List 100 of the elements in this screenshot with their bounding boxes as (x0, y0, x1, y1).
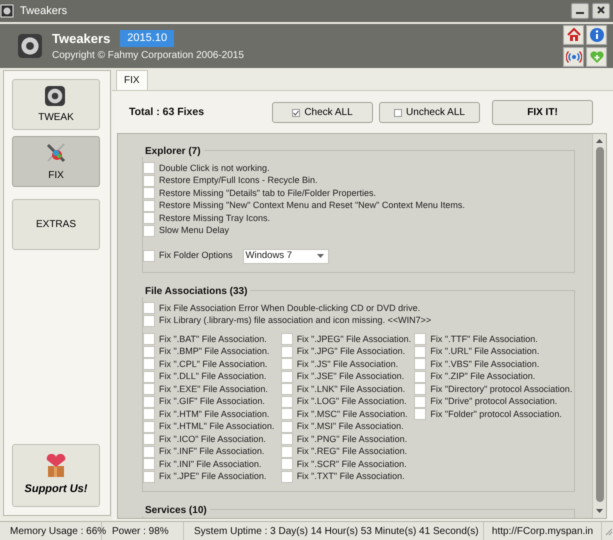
fix-it-button[interactable]: FIX IT! (492, 100, 593, 125)
checkbox[interactable] (143, 396, 155, 408)
check-all-button[interactable]: Check ALL (272, 102, 373, 123)
broadcast-button[interactable] (563, 47, 584, 67)
checkbox[interactable] (143, 408, 155, 420)
checkbox[interactable] (414, 358, 426, 370)
close-button[interactable] (592, 3, 610, 19)
tab[interactable]: FIX (116, 70, 148, 90)
option-label: Fix ".PNG" File Association. (296, 432, 408, 446)
checkbox[interactable] (143, 333, 155, 346)
option-label: Fix ".VBS" File Association. (430, 358, 540, 370)
option-label: Fix ".REG" File Association. (296, 445, 408, 458)
tools-icon (44, 140, 68, 164)
option-label: Fix ".GIF" File Association. (159, 395, 265, 408)
option-label: Restore Missing "New" Context Menu and Reset "New" Context Menu Items. (159, 199, 465, 212)
checkbox[interactable] (414, 396, 426, 408)
option-label: Fix ".BMP" File Association. (159, 345, 270, 358)
gear-icon (44, 84, 68, 106)
option-label: Fix ".HTM" File Association. (159, 408, 270, 420)
sidebar-button[interactable]: FIX (12, 136, 100, 187)
option-label: Fix ".JPG" File Association. (296, 345, 406, 358)
checkbox[interactable] (280, 470, 293, 483)
checkbox[interactable] (143, 420, 155, 433)
checkbox-icon (394, 108, 402, 116)
checkbox[interactable] (143, 212, 155, 224)
gear-icon (17, 33, 43, 59)
checkbox[interactable] (143, 224, 155, 237)
checkbox[interactable] (414, 370, 426, 383)
status-text: http://FCorp.myspan.in (484, 522, 602, 540)
uncheck-all-button[interactable]: Uncheck ALL (379, 102, 480, 123)
favorite-button[interactable] (586, 47, 607, 67)
checkbox[interactable] (280, 446, 293, 458)
heart-plus-icon (588, 49, 604, 65)
info-icon (588, 27, 604, 43)
checkbox[interactable] (143, 314, 155, 327)
checkbox[interactable] (414, 383, 426, 396)
scrollbar[interactable] (592, 134, 606, 518)
checkbox[interactable] (143, 200, 155, 212)
group-title: Services (10) (142, 505, 210, 516)
checkbox[interactable] (143, 174, 155, 187)
copyright-text: Copyright © Fahmy Corporation 2006-2015 (52, 49, 244, 64)
option-label: Fix ".JS" File Association. (296, 358, 398, 370)
broadcast-icon (566, 49, 582, 65)
option-label: Fix ".MSC" File Association. (296, 408, 408, 420)
app-icon (0, 4, 14, 18)
option-label: Fix ".EXE" File Association. (159, 382, 268, 396)
checkbox[interactable] (280, 383, 293, 396)
checkbox[interactable] (280, 396, 293, 408)
option-label: Fix "Folder" protocol Association. (430, 408, 562, 421)
option-label: Fix ".TXT" File Association. (296, 470, 405, 483)
support-button[interactable]: Support Us! (12, 444, 100, 507)
scroll-up-icon (596, 139, 603, 143)
checkbox[interactable] (143, 346, 155, 358)
version-label: 2015.10 (120, 30, 174, 47)
checkbox[interactable] (280, 370, 293, 383)
checkbox[interactable] (143, 433, 155, 446)
option-label: Fix ".JPE" File Association. (159, 470, 266, 483)
checkbox[interactable] (143, 302, 155, 314)
option-label: Restore Empty/Full Icons - Recycle Bin. (159, 174, 318, 187)
checkbox[interactable] (414, 346, 426, 358)
option-label: Fix ".LOG" File Association. (296, 395, 407, 408)
checkbox[interactable] (143, 458, 155, 470)
minimize-button[interactable] (571, 3, 589, 19)
option-label: Fix File Association Error When Double-clicking CD or DVD drive. (159, 302, 420, 315)
checkbox[interactable] (280, 346, 293, 358)
checkbox[interactable] (280, 358, 293, 370)
checkbox[interactable] (143, 470, 155, 483)
checkbox[interactable] (280, 333, 293, 346)
home-icon (566, 27, 582, 43)
app-name: Tweakers (52, 30, 110, 48)
checkbox[interactable] (143, 358, 155, 370)
option-label: Fix ".CPL" File Association. (159, 358, 268, 370)
option-label: Fix ".URL" File Association. (430, 345, 540, 358)
checkbox[interactable] (280, 408, 293, 420)
option-label: Fix ".DLL" File Association. (159, 370, 266, 383)
checkbox[interactable] (143, 446, 155, 458)
checkbox[interactable] (414, 408, 426, 420)
checkbox[interactable] (143, 250, 155, 262)
checkbox[interactable] (143, 187, 155, 200)
os-dropdown[interactable]: Windows 7 (242, 248, 329, 264)
option-label: Fix ".SCR" File Association. (296, 458, 407, 470)
sidebar-button[interactable]: TWEAK (12, 79, 100, 130)
info-button[interactable] (586, 25, 607, 45)
checkbox[interactable] (143, 162, 155, 174)
option-label: Fix ".JSE" File Association. (296, 370, 404, 383)
option-label: Fix ".ZIP" File Association. (430, 370, 536, 383)
window-title: Tweakers (19, 4, 68, 19)
sidebar-button[interactable]: EXTRAS (12, 199, 100, 250)
option-label: Slow Menu Delay (159, 224, 230, 237)
option-label: Fix ".INI" File Association. (159, 458, 262, 470)
option-label: Fix ".INF" File Association. (159, 445, 264, 458)
checkbox[interactable] (280, 433, 293, 446)
option-label: Fix Library (.library-ms) file association and icon missing. <<WIN7>> (159, 314, 432, 327)
checkbox[interactable] (143, 370, 155, 383)
home-button[interactable] (563, 25, 584, 45)
group-title: Explorer (7) (142, 146, 204, 157)
checkbox[interactable] (280, 420, 293, 433)
checkbox[interactable] (280, 458, 293, 470)
checkbox[interactable] (143, 383, 155, 396)
checkbox[interactable] (414, 333, 426, 346)
